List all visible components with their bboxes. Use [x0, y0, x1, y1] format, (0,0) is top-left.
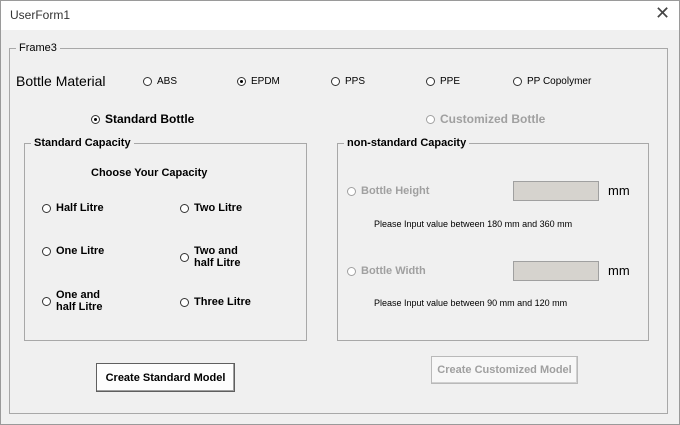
frame3-legend: Frame3	[19, 42, 57, 54]
customized-bottle-label: Customized Bottle	[440, 112, 546, 126]
capacity-radio-two-and-half-litre[interactable]: Two and half Litre	[180, 245, 240, 269]
height-unit: mm	[608, 183, 630, 198]
standard-bottle-radio[interactable]: Standard Bottle	[91, 112, 194, 126]
width-hint: Please Input value between 90 mm and 120…	[374, 298, 568, 308]
radio-circle-icon	[180, 297, 189, 307]
nonstandard-capacity-frame: non-standard Capacity	[337, 137, 649, 341]
bottle-width-radio[interactable]: Bottle Width	[347, 265, 426, 277]
capacity-radio-one-and-half-litre[interactable]: One and half Litre	[42, 289, 102, 313]
window-title: UserForm1	[10, 8, 71, 22]
radio-selected-icon	[237, 77, 246, 86]
radio-circle-icon	[513, 77, 522, 86]
material-label: PP Copolymer	[527, 76, 592, 87]
create-customized-model-button[interactable]: Create Customized Model	[431, 356, 578, 384]
capacity-radio-one-litre[interactable]: One Litre	[42, 245, 104, 257]
radio-selected-icon	[91, 114, 100, 124]
material-radio-abs[interactable]: ABS	[143, 76, 177, 87]
radio-circle-icon	[347, 186, 356, 196]
capacity-label: One and half Litre	[56, 289, 103, 313]
close-icon[interactable]: ✕	[655, 4, 670, 22]
bottle-width-input[interactable]	[513, 261, 599, 281]
material-label: PPS	[345, 76, 366, 87]
standard-bottle-label: Standard Bottle	[105, 112, 195, 126]
material-radio-pps[interactable]: PPS	[331, 76, 365, 87]
radio-circle-icon	[42, 246, 51, 256]
height-hint: Please Input value between 180 mm and 36…	[374, 219, 573, 229]
standard-capacity-legend: Standard Capacity	[34, 137, 131, 149]
title-bar	[0, 0, 680, 30]
radio-circle-icon	[426, 77, 435, 86]
bottle-height-radio[interactable]: Bottle Height	[347, 185, 429, 197]
choose-capacity-prompt: Choose Your Capacity	[91, 167, 208, 179]
material-label: ABS	[157, 76, 178, 87]
bottle-material-label: Bottle Material	[16, 73, 106, 89]
material-radio-ppe[interactable]: PPE	[426, 76, 460, 87]
capacity-radio-two-litre[interactable]: Two Litre	[180, 202, 242, 214]
material-radio-pp-copolymer[interactable]: PP Copolymer	[513, 76, 591, 87]
capacity-label: One Litre	[56, 245, 105, 257]
radio-circle-icon	[180, 203, 189, 213]
capacity-radio-half-litre[interactable]: Half Litre	[42, 202, 104, 214]
bottle-width-label: Bottle Width	[361, 265, 426, 277]
capacity-radio-three-litre[interactable]: Three Litre	[180, 296, 251, 308]
capacity-label: Three Litre	[194, 296, 251, 308]
capacity-label: Two and half Litre	[194, 245, 241, 269]
radio-circle-icon	[426, 114, 435, 124]
bottle-height-input[interactable]	[513, 181, 599, 201]
capacity-label: Two Litre	[194, 202, 243, 214]
radio-circle-icon	[143, 77, 152, 86]
bottle-height-label: Bottle Height	[361, 185, 430, 197]
radio-circle-icon	[331, 77, 340, 86]
radio-circle-icon	[42, 203, 51, 213]
nonstandard-capacity-legend: non-standard Capacity	[347, 137, 467, 149]
width-unit: mm	[608, 263, 630, 278]
radio-circle-icon	[347, 266, 356, 276]
material-label: PPE	[440, 76, 461, 87]
radio-circle-icon	[180, 252, 189, 262]
radio-circle-icon	[42, 296, 51, 306]
capacity-label: Half Litre	[56, 202, 104, 214]
material-radio-epdm[interactable]: EPDM	[237, 76, 280, 87]
create-standard-model-button[interactable]: Create Standard Model	[96, 363, 235, 392]
material-label: EPDM	[251, 76, 280, 87]
customized-bottle-radio[interactable]: Customized Bottle	[426, 112, 545, 126]
